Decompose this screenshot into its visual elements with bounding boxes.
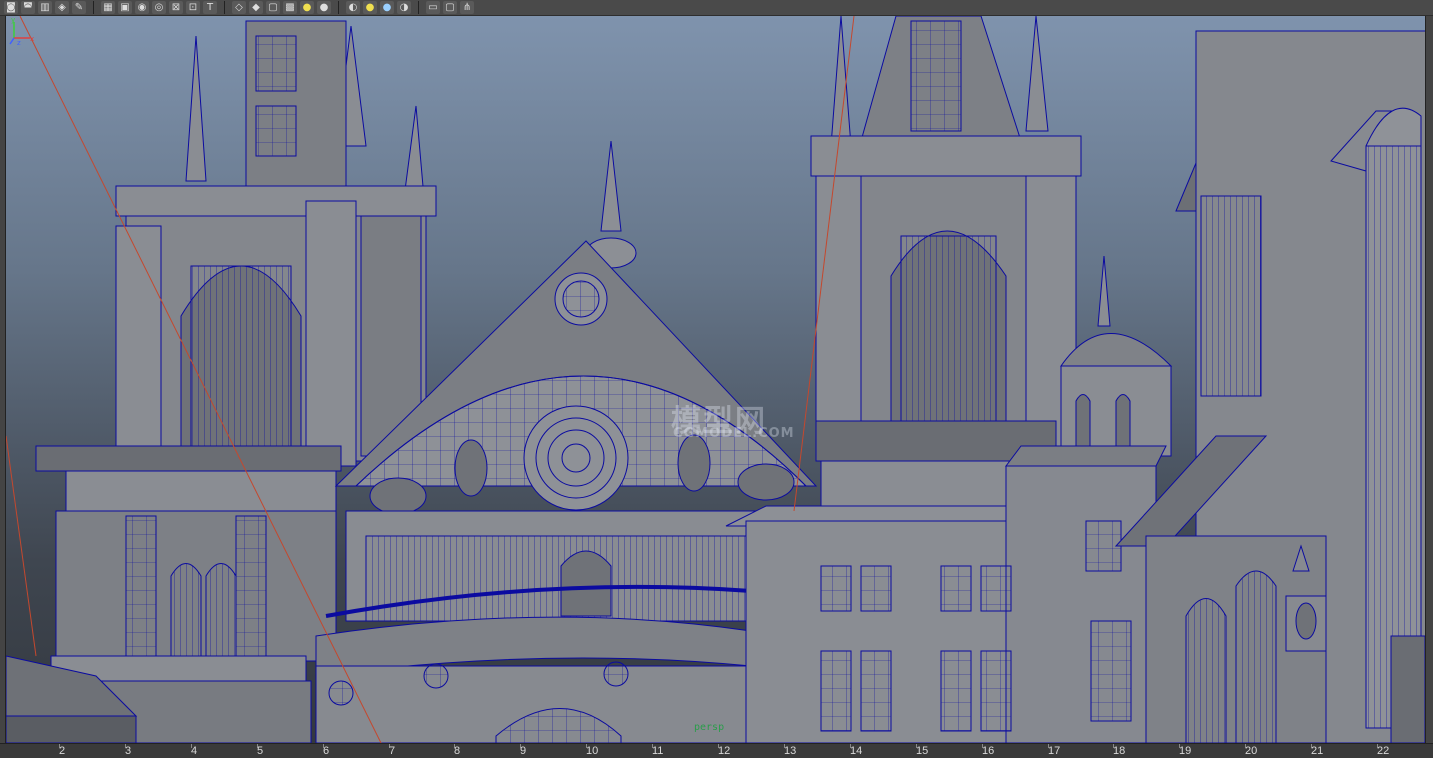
toolbar-separator [418,1,419,14]
timeline-tick-label: 5 [257,745,264,757]
timeline-tick-label: 19 [1179,745,1192,757]
timeline-tick-label: 8 [454,745,461,757]
camera-name-label: persp [694,722,725,733]
shadows-icon[interactable]: ▩ [283,1,297,14]
timeline-tick-label: 17 [1048,745,1061,757]
grid-icon[interactable]: ▦ [101,1,115,14]
timeline-tick-label: 14 [850,745,863,757]
image-plane-icon[interactable]: ▥ [38,1,52,14]
timeline-tick-label: 18 [1113,745,1126,757]
toolbar-separator [93,1,94,14]
timeline-tick-label: 21 [1311,745,1324,757]
textured-icon[interactable]: ● [317,1,331,14]
toolbar-separator [224,1,225,14]
timeline-tick-label: 3 [125,745,132,757]
wireframe-shading-icon[interactable]: ◇ [232,1,246,14]
resolution-gate-icon[interactable]: ◉ [135,1,149,14]
axis-y-label: y [11,16,15,24]
toolbar-separator [338,1,339,14]
all-lights-icon[interactable]: ● [380,1,394,14]
camera-attributes-icon[interactable]: ◙ [4,1,18,14]
safe-action-icon[interactable]: ⊡ [186,1,200,14]
viewport-toolbar: ◙ ◚ ▥ ◈ ✎ ▦ ▣ ◉ ◎ ⊠ ⊡ T ◇ ◆ ▢ ▩ ● ● ◐ ● ● ◑ ▭ ▢ ⋔ [0,0,1433,16]
timeline-tick-label: 16 [982,745,995,757]
camera-tools-icon[interactable]: ◚ [21,1,35,14]
viewport-layout-icon[interactable]: ▢ [443,1,457,14]
perspective-viewport[interactable]: 模型网 CGMODEL.COM y x z persp [5,16,1426,743]
select-camera-icon[interactable]: ▭ [426,1,440,14]
timeline-tick-label: 20 [1245,745,1258,757]
timeline-tick-label: 15 [916,745,929,757]
default-material-icon[interactable]: ▢ [266,1,280,14]
axis-z-label: z [17,39,21,46]
share-icon[interactable]: ⋔ [460,1,474,14]
bookmark-icon[interactable]: ◈ [55,1,69,14]
gate-mask-icon[interactable]: ◎ [152,1,166,14]
timeline-tick-label: 2 [59,745,66,757]
field-chart-icon[interactable]: ⊠ [169,1,183,14]
film-gate-icon[interactable]: ▣ [118,1,132,14]
watermark-url: CGMODEL.COM [673,426,795,441]
smooth-shading-icon[interactable]: ◆ [249,1,263,14]
axis-gizmo: y x z [9,16,34,46]
timeline-tick-label: 13 [784,745,797,757]
axis-x-label: x [30,35,34,43]
timeline-tick-label: 6 [323,745,330,757]
timeline-tick-label: 11 [652,745,664,757]
time-slider[interactable]: 2 3 4 5 6 7 8 9 10 11 12 13 14 15 16 17 18 19 20 21 22 [0,743,1433,758]
use-default-lights-icon[interactable]: ● [363,1,377,14]
right-tower [810,16,1082,522]
scene-wireframe [6,16,1425,743]
xray-icon[interactable]: ● [300,1,314,14]
timeline-tick-label: 4 [191,745,198,757]
isolate-select-icon[interactable]: ◐ [346,1,360,14]
ambient-occlusion-icon[interactable]: ◑ [397,1,411,14]
timeline-tick-label: 7 [389,745,396,757]
grease-pencil-icon[interactable]: ✎ [72,1,86,14]
safe-title-icon[interactable]: T [203,1,217,14]
timeline-tick-label: 10 [586,745,599,757]
timeline-tick-label: 12 [718,745,731,757]
timeline-tick-label: 22 [1377,745,1390,757]
timeline-tick-label: 9 [520,745,527,757]
small-dome [1060,255,1173,457]
